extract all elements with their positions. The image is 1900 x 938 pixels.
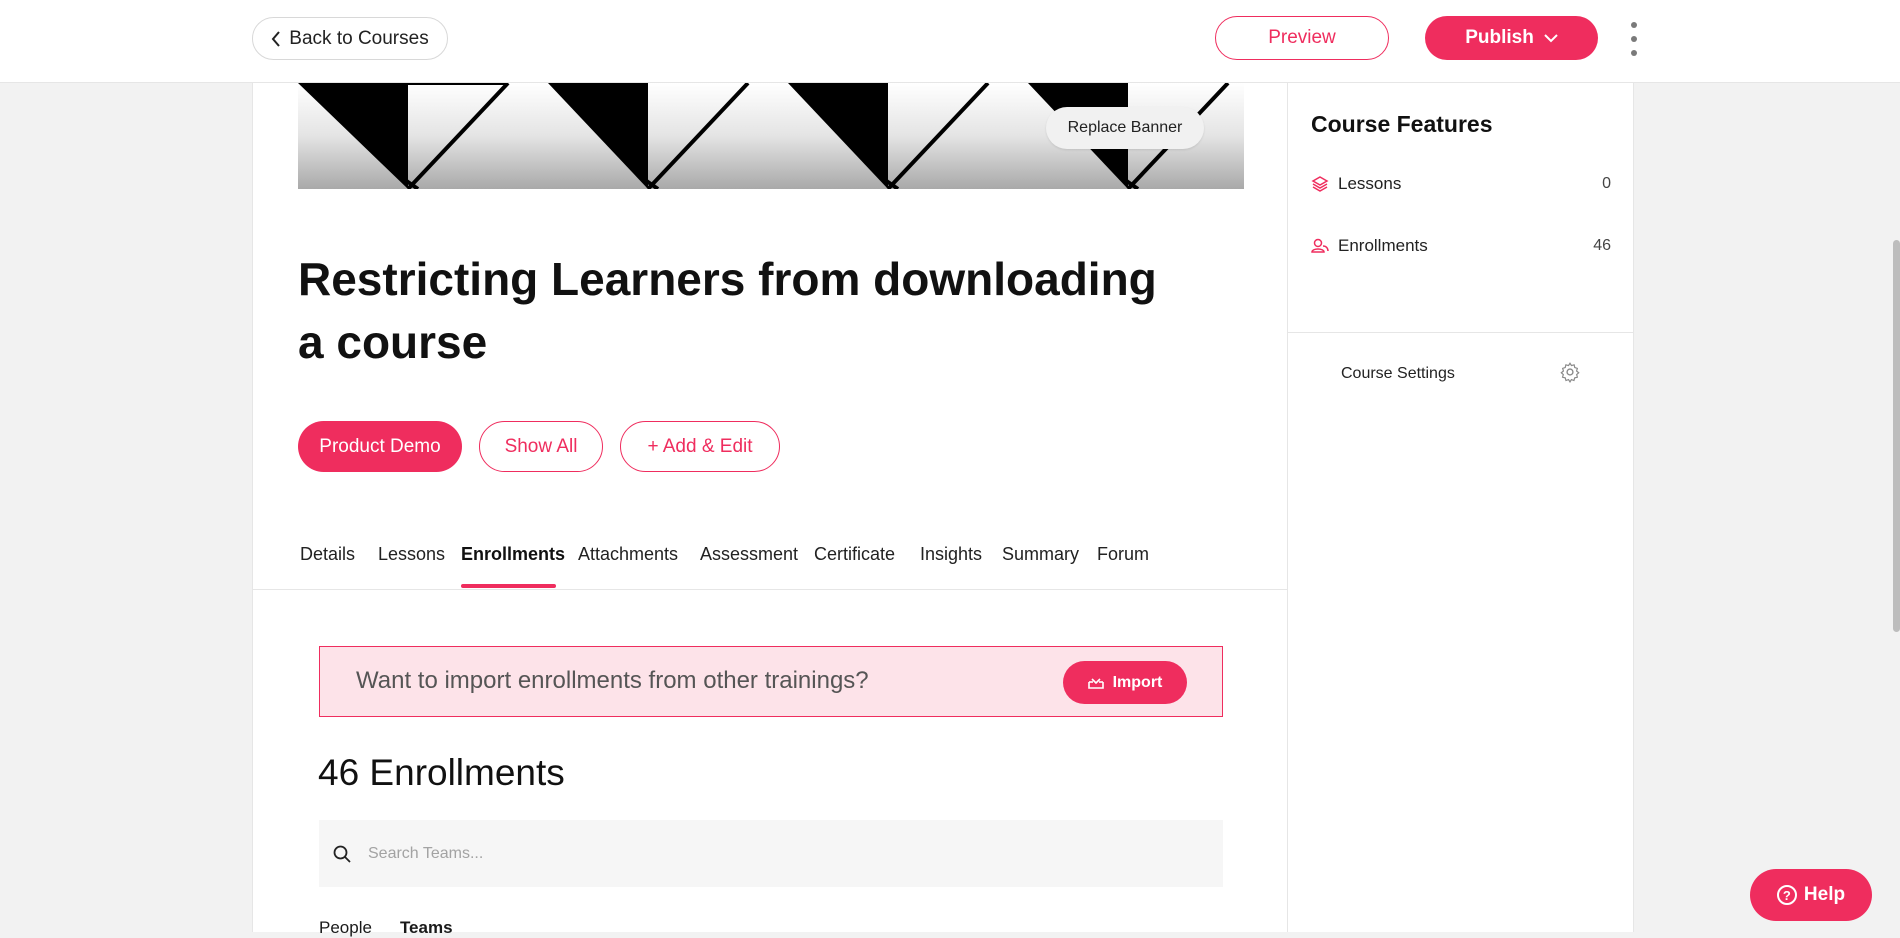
main-panel bbox=[252, 83, 1288, 932]
add-edit-tags-button[interactable]: + Add & Edit bbox=[620, 421, 780, 472]
feature-enrollments[interactable]: Enrollments 46 bbox=[1311, 232, 1611, 260]
course-title: Restricting Learners from downloading a … bbox=[298, 253, 1157, 368]
course-settings-label: Course Settings bbox=[1341, 365, 1455, 382]
course-features-panel bbox=[1288, 83, 1634, 932]
import-enrollments-banner: Want to import enrollments from other tr… bbox=[319, 646, 1223, 717]
show-all-tags-button[interactable]: Show All bbox=[479, 421, 603, 472]
subtab-teams[interactable]: Teams bbox=[400, 918, 453, 938]
chevron-down-icon bbox=[1544, 33, 1558, 42]
feature-enrollments-count: 46 bbox=[1593, 237, 1611, 254]
tab-insights[interactable]: Insights bbox=[920, 544, 982, 565]
gear-icon[interactable] bbox=[1559, 361, 1581, 388]
search-teams-input[interactable] bbox=[366, 843, 1190, 864]
help-icon: ? bbox=[1776, 885, 1797, 905]
back-label: Back to Courses bbox=[289, 27, 429, 49]
tab-enrollments[interactable]: Enrollments bbox=[461, 544, 565, 565]
course-tabs: Details Lessons Enrollments Attachments … bbox=[252, 530, 1288, 590]
top-bar: Back to Courses Preview Publish bbox=[0, 0, 1900, 83]
help-button[interactable]: ? Help bbox=[1750, 869, 1872, 921]
help-label: Help bbox=[1803, 884, 1846, 905]
tab-forum[interactable]: Forum bbox=[1097, 544, 1149, 565]
sidebar-divider bbox=[1288, 332, 1634, 333]
tab-certificate[interactable]: Certificate bbox=[814, 544, 895, 565]
tab-attachments[interactable]: Attachments bbox=[578, 544, 678, 565]
enrollments-heading: 46 Enrollments bbox=[318, 752, 565, 793]
enrollment-subtabs: People Teams bbox=[319, 918, 453, 938]
subtab-people[interactable]: People bbox=[319, 918, 372, 938]
search-teams-box bbox=[319, 820, 1223, 887]
replace-banner-button[interactable]: Replace Banner bbox=[1046, 107, 1204, 149]
feature-lessons-label: Lessons bbox=[1338, 174, 1402, 193]
course-features-title: Course Features bbox=[1311, 111, 1493, 137]
layers-icon bbox=[1311, 175, 1329, 193]
feature-lessons-count: 0 bbox=[1602, 175, 1611, 192]
tab-lessons[interactable]: Lessons bbox=[378, 544, 445, 565]
publish-button[interactable]: Publish bbox=[1425, 16, 1598, 60]
import-label: Import bbox=[1112, 673, 1163, 691]
import-prompt: Want to import enrollments from other tr… bbox=[356, 667, 869, 694]
search-icon bbox=[330, 842, 354, 866]
tab-assessment[interactable]: Assessment bbox=[700, 544, 798, 565]
active-tab-indicator bbox=[461, 584, 556, 588]
tab-summary[interactable]: Summary bbox=[1002, 544, 1079, 565]
feature-lessons[interactable]: Lessons 0 bbox=[1311, 170, 1611, 198]
feature-enrollments-label: Enrollments bbox=[1338, 236, 1428, 255]
product-demo-tag[interactable]: Product Demo bbox=[298, 421, 462, 472]
course-settings-link[interactable]: Course Settings bbox=[1341, 361, 1581, 388]
preview-button[interactable]: Preview bbox=[1215, 16, 1389, 60]
publish-label: Publish bbox=[1465, 27, 1534, 48]
tab-details[interactable]: Details bbox=[300, 544, 355, 565]
more-options-icon[interactable] bbox=[1624, 22, 1644, 56]
import-button[interactable]: Import bbox=[1063, 661, 1187, 704]
chevron-left-icon bbox=[271, 30, 281, 47]
import-icon bbox=[1087, 677, 1104, 689]
back-to-courses-button[interactable]: Back to Courses bbox=[252, 17, 448, 60]
page-scrollbar[interactable] bbox=[1893, 240, 1900, 632]
users-icon bbox=[1311, 237, 1329, 255]
